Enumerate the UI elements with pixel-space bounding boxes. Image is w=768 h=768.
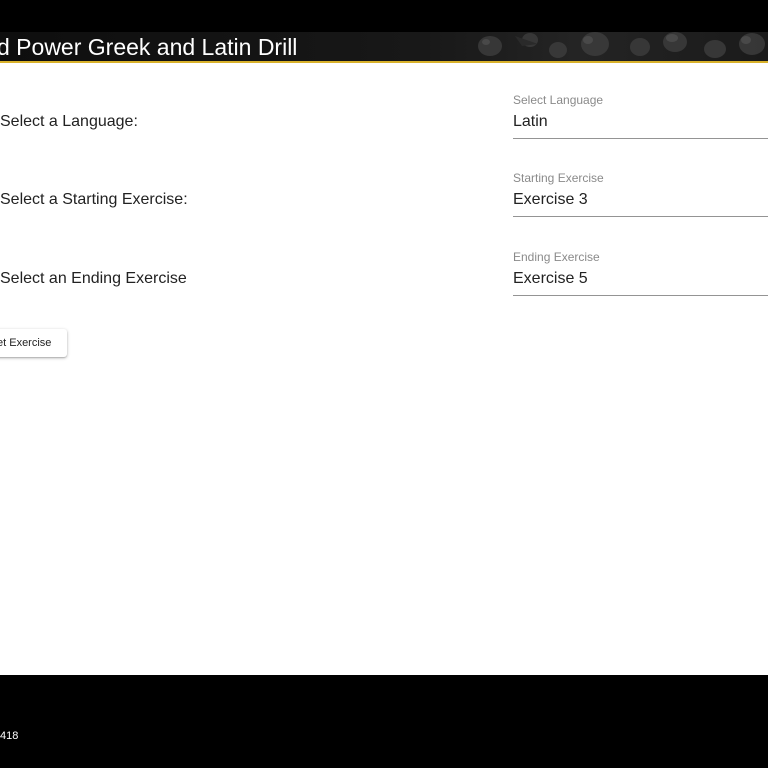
header-banner: d Power Greek and Latin Drill <box>0 32 768 62</box>
ending-exercise-select-label: Ending Exercise <box>513 250 600 264</box>
footer-text: 418 <box>0 730 19 742</box>
starting-exercise-select-value[interactable]: Exercise 3 <box>513 191 588 209</box>
language-select-value[interactable]: Latin <box>513 113 548 131</box>
starting-exercise-select-label: Starting Exercise <box>513 171 604 185</box>
header-decoration-image <box>478 32 765 58</box>
ending-exercise-row-label: Select an Ending Exercise <box>0 270 187 287</box>
get-exercise-button[interactable]: et Exercise <box>0 329 67 357</box>
app-title: d Power Greek and Latin Drill <box>0 34 298 60</box>
ending-exercise-select-value[interactable]: Exercise 5 <box>513 270 588 288</box>
ending-exercise-select[interactable]: Ending Exercise Exercise 5 <box>513 250 768 296</box>
language-select[interactable]: Select Language Latin <box>513 93 768 139</box>
starting-exercise-row-label: Select a Starting Exercise: <box>0 191 188 208</box>
language-row-label: Select a Language: <box>0 113 138 130</box>
page: d Power Greek and Latin Drill Select a L… <box>0 0 768 768</box>
starting-exercise-select[interactable]: Starting Exercise Exercise 3 <box>513 171 768 217</box>
main-content: Select a Language: Select Language Latin… <box>0 63 768 675</box>
language-select-label: Select Language <box>513 93 604 107</box>
